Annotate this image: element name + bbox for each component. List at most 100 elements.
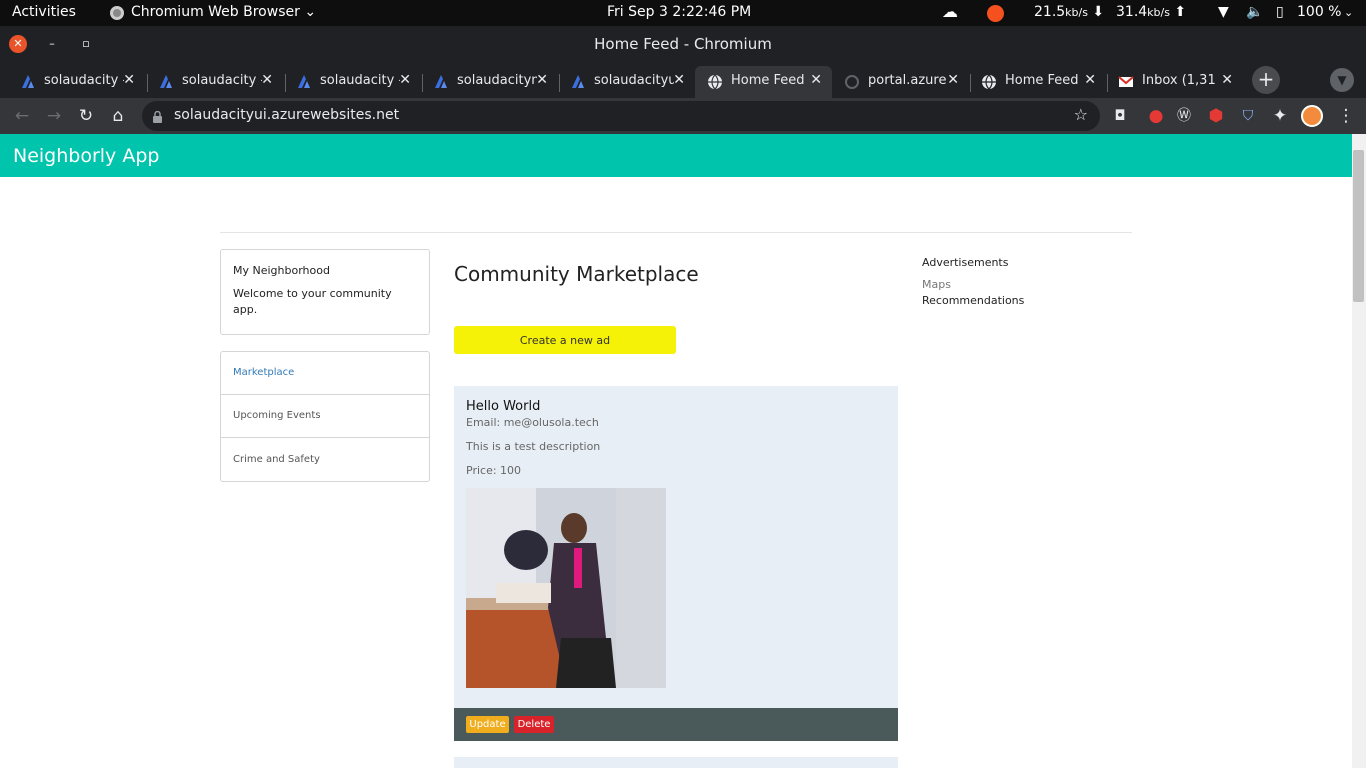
ad-title: Hello World: [466, 399, 541, 414]
tab-search-chevron-icon[interactable]: ▼: [1330, 68, 1354, 92]
page-title: Community Marketplace: [454, 262, 699, 286]
net-up-speed: 31.4kb/s ⬆: [1116, 4, 1186, 20]
new-tab-button[interactable]: +: [1252, 66, 1280, 94]
activities-button[interactable]: Activities: [12, 4, 76, 20]
close-tab-icon[interactable]: ✕: [399, 72, 411, 88]
advertisements-heading: Advertisements: [922, 256, 1009, 269]
recommendations-heading: Recommendations: [922, 294, 1025, 307]
nav-item-crime-and-safety[interactable]: Crime and Safety: [221, 439, 429, 482]
close-tab-icon[interactable]: ✕: [261, 72, 273, 88]
tab-3[interactable]: solaudacity - ✕: [284, 66, 421, 98]
home-icon[interactable]: ⌂: [107, 105, 129, 127]
tab-2[interactable]: solaudacity - ✕: [146, 66, 283, 98]
sidebar-nav: Marketplace Upcoming Events Crime and Sa…: [220, 351, 430, 482]
app-navbar: Neighborly App: [0, 134, 1352, 177]
gmail-icon: [1118, 74, 1134, 90]
bookmark-star-icon[interactable]: ☆: [1074, 105, 1088, 124]
globe-icon: [707, 74, 723, 90]
ad-description: This is a test description: [466, 440, 601, 453]
close-tab-icon[interactable]: ✕: [673, 72, 685, 88]
maps-link[interactable]: Maps: [922, 278, 951, 291]
shield-extension-icon[interactable]: ⛉: [1237, 105, 1259, 127]
wappalyzer-extension-icon[interactable]: Ⓦ: [1173, 105, 1195, 127]
ad-card: Hello World Email: me@olusola.tech This …: [454, 386, 898, 741]
arrow-up-icon: ⬆: [1174, 4, 1187, 20]
tab-8[interactable]: Home Feed ✕: [969, 66, 1106, 98]
close-tab-icon[interactable]: ✕: [810, 72, 822, 88]
adblock-extension-icon[interactable]: ⬢: [1205, 105, 1227, 127]
nav-item-marketplace[interactable]: Marketplace: [221, 352, 429, 395]
tab-strip: solaudacity - ✕ solaudacity - ✕ solaudac…: [0, 62, 1366, 98]
ad-actions-bar: Update Delete: [454, 708, 898, 741]
nav-item-label: Upcoming Events: [233, 410, 321, 421]
arrow-down-icon: ⬇: [1092, 4, 1105, 20]
address-bar[interactable]: solaudacityui.azurewebsites.net ☆: [142, 101, 1100, 131]
tab-label: portal.azure: [868, 73, 947, 88]
nav-item-label: Crime and Safety: [233, 454, 320, 465]
extensions-puzzle-icon[interactable]: ✦: [1269, 105, 1291, 127]
azure-icon: [158, 74, 174, 90]
app-name: Chromium Web Browser: [131, 4, 300, 20]
system-top-bar: Activities Chromium Web Browser ⌄ Fri Se…: [0, 0, 1366, 26]
url-text[interactable]: solaudacityui.azurewebsites.net: [174, 107, 399, 123]
neighborhood-card: My Neighborhood Welcome to your communit…: [220, 249, 430, 335]
extension-alert-icon[interactable]: ●: [1145, 105, 1167, 127]
menu-kebab-icon[interactable]: ⋮: [1335, 105, 1357, 127]
window-title-bar: ✕ – ▫ Home Feed - Chromium: [0, 26, 1366, 62]
indicator-icon: [987, 5, 1004, 22]
welcome-text: Welcome to your community app.: [233, 287, 392, 316]
chromium-icon: [110, 6, 124, 20]
back-arrow-icon[interactable]: ←: [11, 105, 33, 127]
nav-item-upcoming-events[interactable]: Upcoming Events: [221, 395, 429, 438]
tab-5[interactable]: solaudacityu ✕: [558, 66, 695, 98]
net-down-value: 21.5: [1034, 4, 1066, 20]
tab-label: solaudacity -: [44, 73, 124, 88]
tab-4[interactable]: solaudacityn ✕: [421, 66, 558, 98]
web-page: Neighborly App My Neighborhood Welcome t…: [0, 134, 1352, 768]
tab-label: solaudacityn: [457, 73, 537, 88]
scrollbar-thumb[interactable]: [1353, 150, 1364, 302]
delete-ad-button[interactable]: Delete: [514, 716, 554, 733]
tab-home-feed-active[interactable]: Home Feed ✕: [695, 66, 832, 98]
chevron-down-icon: ⌄: [304, 4, 317, 20]
net-down-speed: 21.5kb/s ⬇: [1034, 4, 1104, 20]
update-ad-button[interactable]: Update: [466, 716, 509, 733]
close-tab-icon[interactable]: ✕: [947, 72, 959, 88]
close-tab-icon[interactable]: ✕: [123, 72, 135, 88]
screenshot-extension-icon[interactable]: ◘: [1109, 105, 1131, 127]
tab-7[interactable]: portal.azure ✕: [832, 66, 969, 98]
brand-link[interactable]: Neighborly App: [13, 145, 159, 167]
tab-9[interactable]: Inbox (1,31 ✕: [1106, 66, 1243, 98]
battery-icon[interactable]: ▯: [1276, 4, 1284, 20]
lock-icon[interactable]: [153, 108, 162, 123]
neighborhood-heading: My Neighborhood: [233, 264, 330, 277]
close-tab-icon[interactable]: ✕: [1221, 72, 1233, 88]
app-menu[interactable]: Chromium Web Browser ⌄: [131, 4, 316, 20]
create-ad-button[interactable]: Create a new ad: [454, 326, 676, 354]
close-tab-icon[interactable]: ✕: [536, 72, 548, 88]
system-menu-chevron-icon[interactable]: ⌄: [1344, 6, 1353, 19]
profile-avatar[interactable]: [1301, 105, 1323, 127]
tab-label: Inbox (1,31: [1142, 73, 1216, 88]
ad-photo: [466, 488, 666, 688]
ad-card-partial: [454, 757, 898, 768]
tab-label: solaudacity -: [320, 73, 400, 88]
volume-icon[interactable]: 🔈: [1246, 4, 1263, 20]
net-down-unit: kb/s: [1065, 6, 1088, 19]
reload-icon[interactable]: ↻: [75, 105, 97, 127]
divider: [220, 232, 1132, 233]
tab-1[interactable]: solaudacity - ✕: [8, 66, 145, 98]
cloud-icon: ☁: [942, 2, 958, 21]
forward-arrow-icon[interactable]: →: [43, 105, 65, 127]
window-title: Home Feed - Chromium: [594, 35, 772, 53]
wifi-icon[interactable]: ▼: [1218, 4, 1229, 20]
battery-level[interactable]: 100 %: [1297, 4, 1341, 20]
net-up-value: 31.4: [1116, 4, 1148, 20]
close-tab-icon[interactable]: ✕: [1084, 72, 1096, 88]
azure-icon: [20, 74, 36, 90]
tab-label: solaudacity -: [182, 73, 262, 88]
clock[interactable]: Fri Sep 3 2:22:46 PM: [607, 4, 751, 20]
azure-icon: [296, 74, 312, 90]
tab-label: solaudacityu: [594, 73, 674, 88]
nav-item-label: Marketplace: [233, 367, 295, 378]
